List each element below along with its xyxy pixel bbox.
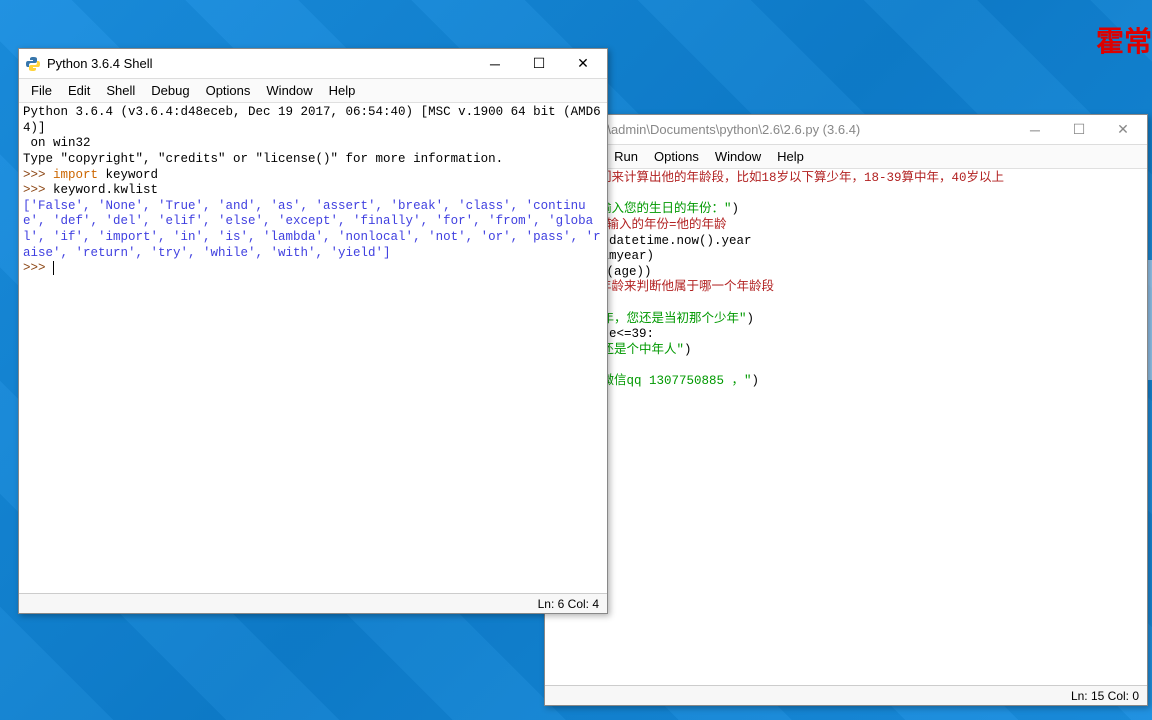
shell-title: Python 3.6.4 Shell [47, 56, 473, 71]
editor-line: tetime [549, 187, 1143, 203]
menu-help[interactable]: Help [321, 81, 364, 100]
editor-line: ("您是少年，您还是当初那个少年") [549, 312, 1143, 328]
watermark-text: 霍常 [1096, 20, 1152, 60]
editor-line: 龄 "+str(age)) [549, 265, 1143, 281]
shell-prompt: >>> [23, 168, 53, 182]
python-icon [25, 56, 41, 72]
editor-window: - d:\Users\admin\Documents\python\2.6\2.… [544, 114, 1148, 706]
editor-line: ("霍常亮微信qq 1307750885 ，") [549, 374, 1143, 390]
shell-cursor-position: Ln: 6 Col: 4 [538, 597, 599, 611]
menu-shell[interactable]: Shell [98, 81, 143, 100]
menu-edit[interactable]: Edit [60, 81, 98, 100]
menu-help[interactable]: Help [769, 147, 812, 166]
shell-banner-2: on win32 [23, 136, 91, 150]
shell-prompt: >>> [23, 183, 53, 197]
shell-minimize-button[interactable]: ─ [473, 50, 517, 78]
shell-banner-3: Type "copyright", "credits" or "license(… [23, 152, 503, 166]
shell-cmd1: keyword [98, 168, 158, 182]
editor-close-button[interactable]: ✕ [1101, 116, 1145, 144]
editor-titlebar[interactable]: - d:\Users\admin\Documents\python\2.6\2.… [545, 115, 1147, 145]
menu-run[interactable]: Run [606, 147, 646, 166]
editor-title: - d:\Users\admin\Documents\python\2.6\2.… [551, 122, 1013, 137]
shell-prompt: >>> [23, 261, 53, 275]
menu-debug[interactable]: Debug [143, 81, 197, 100]
editor-line: ("霍常亮还是个中年人") [549, 343, 1143, 359]
editor-menubar: Format Run Options Window Help [545, 145, 1147, 169]
editor-statusbar: Ln: 15 Col: 0 [545, 685, 1147, 705]
editor-line: atetime.datetime.now().year [549, 234, 1143, 250]
shell-statusbar: Ln: 6 Col: 4 [19, 593, 607, 613]
editor-content[interactable]: 生日，我们来计算出他的年龄段，比如18岁以下算少年，18-39算中年，40岁以上… [545, 169, 1147, 685]
editor-line: 年份-用户输入的年份=他的年龄 [549, 218, 1143, 234]
editor-maximize-button[interactable]: ☐ [1057, 116, 1101, 144]
menu-file[interactable]: File [23, 81, 60, 100]
editor-cursor-position: Ln: 15 Col: 0 [1071, 689, 1139, 703]
shell-window: Python 3.6.4 Shell ─ ☐ ✕ File Edit Shell… [18, 48, 608, 614]
shell-output: ['False', 'None', 'True', 'and', 'as', '… [23, 199, 601, 260]
shell-titlebar[interactable]: Python 3.6.4 Shell ─ ☐ ✕ [19, 49, 607, 79]
shell-keyword: import [53, 168, 98, 182]
editor-line: ，根据他年龄来判断他属于哪一个年龄段 [549, 280, 1143, 296]
shell-maximize-button[interactable]: ☐ [517, 50, 561, 78]
shell-cursor [53, 261, 62, 275]
editor-line: 8 and age<=39: [549, 327, 1143, 343]
shell-menubar: File Edit Shell Debug Options Window Hel… [19, 79, 607, 103]
editor-line: : [549, 296, 1143, 312]
editor-line: : [549, 359, 1143, 375]
editor-line: put("请输入您的生日的年份：") [549, 202, 1143, 218]
menu-window[interactable]: Window [258, 81, 320, 100]
shell-cmd2: keyword.kwlist [53, 183, 158, 197]
shell-banner-1: Python 3.6.4 (v3.6.4:d48eceb, Dec 19 201… [23, 105, 601, 135]
menu-options[interactable]: Options [198, 81, 259, 100]
shell-content[interactable]: Python 3.6.4 (v3.6.4:d48eceb, Dec 19 201… [19, 103, 607, 593]
shell-close-button[interactable]: ✕ [561, 50, 605, 78]
editor-line: ar-int(imyear) [549, 249, 1143, 265]
editor-minimize-button[interactable]: ─ [1013, 116, 1057, 144]
menu-window[interactable]: Window [707, 147, 769, 166]
menu-options[interactable]: Options [646, 147, 707, 166]
editor-line: 生日，我们来计算出他的年龄段，比如18岁以下算少年，18-39算中年，40岁以上 [549, 171, 1143, 187]
